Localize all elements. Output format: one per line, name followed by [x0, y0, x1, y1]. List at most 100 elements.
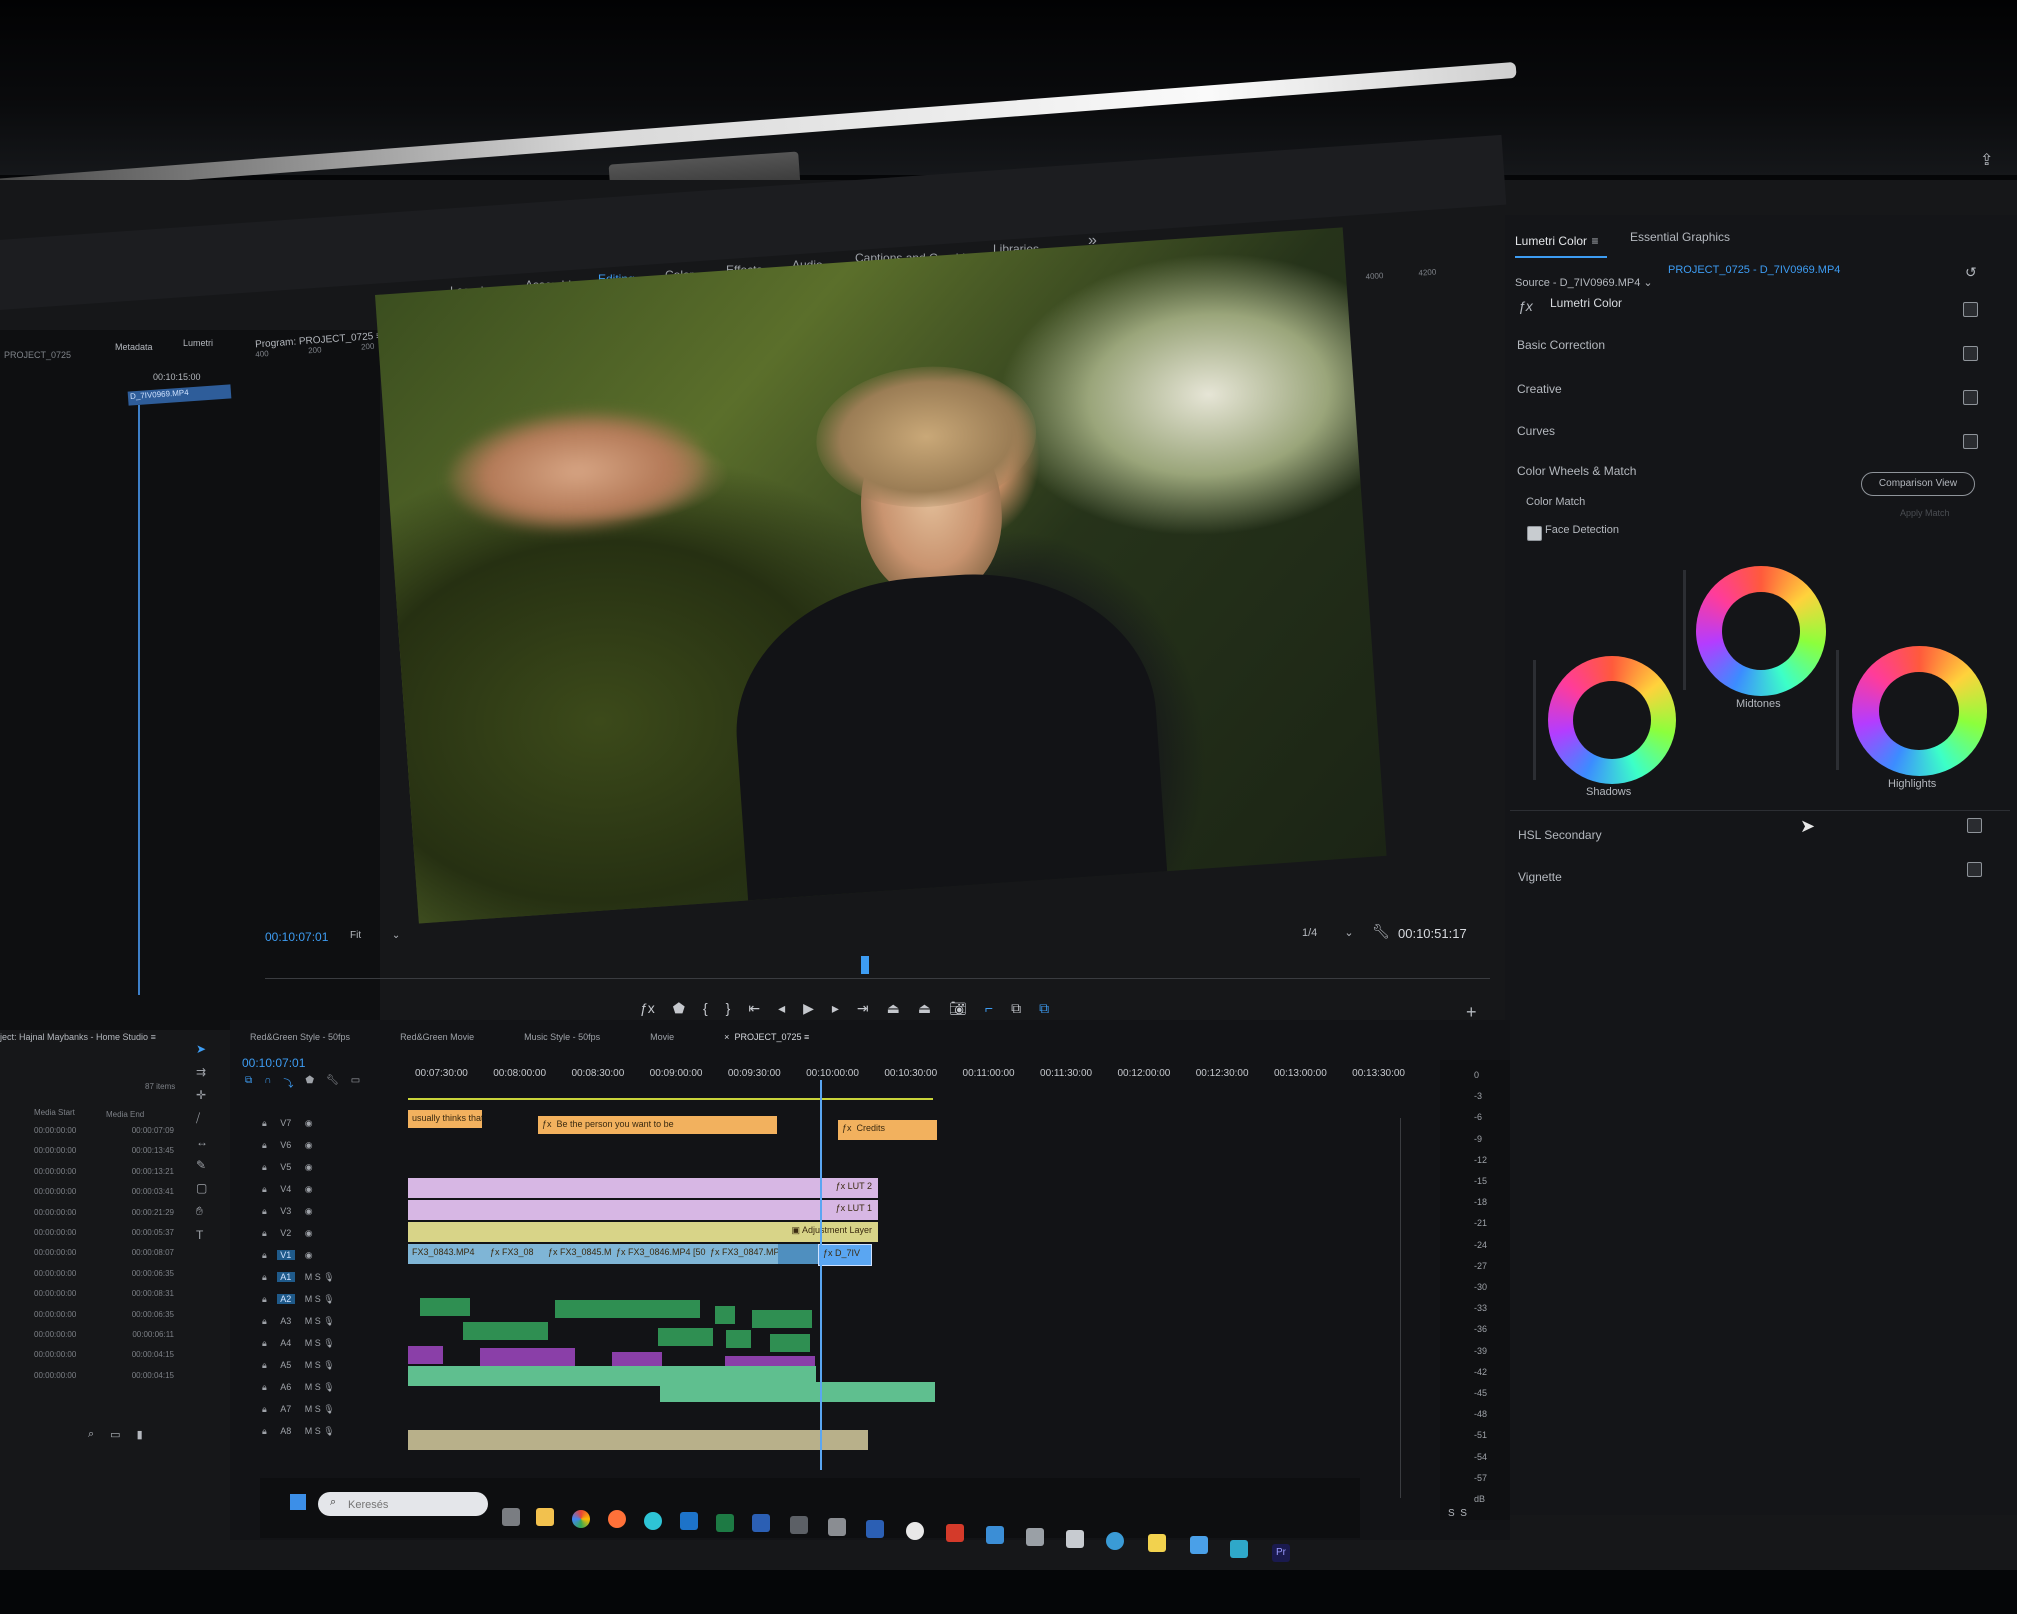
- list-item[interactable]: 00:00:00:00 00:00:03:41: [34, 1187, 174, 1207]
- premiere-pro-icon[interactable]: Pr: [1272, 1544, 1290, 1562]
- list-item[interactable]: 00:00:00:00 00:00:07:09: [34, 1126, 174, 1146]
- eye-icon[interactable]: ◉: [305, 1206, 313, 1217]
- lift-icon[interactable]: ⏏: [887, 1000, 900, 1017]
- track-label[interactable]: A5: [277, 1360, 295, 1370]
- track-header[interactable]: 🔒︎ A3 M S 🎙︎: [262, 1310, 392, 1332]
- file-explorer-icon[interactable]: [536, 1508, 554, 1526]
- adjustment-clip-lut1[interactable]: ƒx LUT 1: [408, 1200, 878, 1220]
- snap-icon[interactable]: ⧉: [245, 1075, 252, 1090]
- excel-icon[interactable]: [716, 1514, 734, 1532]
- list-item[interactable]: 00:00:00:00 00:00:06:35: [34, 1310, 174, 1330]
- track-label[interactable]: V7: [277, 1118, 295, 1128]
- lock-icon[interactable]: 🔒︎: [262, 1228, 267, 1239]
- lock-icon[interactable]: 🔒︎: [262, 1360, 267, 1371]
- folder-icon[interactable]: ▭: [110, 1428, 120, 1441]
- track-label[interactable]: V2: [277, 1228, 295, 1238]
- lock-icon[interactable]: 🔒︎: [262, 1140, 267, 1151]
- list-item[interactable]: 00:00:00:00 00:00:04:15: [34, 1371, 174, 1391]
- tab-lumetri[interactable]: Lumetri: [183, 338, 213, 348]
- video-clip[interactable]: FX3_0843.MP4: [408, 1244, 488, 1264]
- list-item[interactable]: 00:00:00:00 00:00:06:11: [34, 1330, 174, 1350]
- audio-clip[interactable]: [752, 1310, 812, 1328]
- track-header[interactable]: 🔒︎ V3 ◉: [262, 1200, 392, 1222]
- mute-solo-mic-icon[interactable]: M S 🎙︎: [305, 1338, 335, 1349]
- marker-icon[interactable]: ⬟: [673, 1000, 685, 1017]
- program-scrubber[interactable]: [265, 970, 1490, 979]
- title-clip[interactable]: ƒx Credits: [838, 1120, 937, 1140]
- track-header[interactable]: 🔒︎ A5 M S 🎙︎: [262, 1354, 392, 1376]
- store-icon[interactable]: [1026, 1528, 1044, 1546]
- audio-clip[interactable]: [658, 1328, 713, 1346]
- trash-icon[interactable]: ▮: [137, 1428, 143, 1441]
- track-header[interactable]: 🔒︎ V7 ◉: [262, 1112, 392, 1134]
- app-icon[interactable]: [986, 1526, 1004, 1544]
- track-label[interactable]: A3: [277, 1316, 295, 1326]
- lock-icon[interactable]: 🔒︎: [262, 1184, 267, 1195]
- adjustment-clip-lut2[interactable]: ƒx LUT 2: [408, 1178, 878, 1198]
- acrobat-icon[interactable]: [946, 1524, 964, 1542]
- audio-clip[interactable]: [463, 1322, 548, 1340]
- vignette-checkbox[interactable]: [1967, 862, 1982, 877]
- adjustment-layer-clip[interactable]: ▣ Adjustment Layer: [408, 1222, 878, 1242]
- fx-icon[interactable]: ƒx: [640, 1000, 655, 1017]
- multicam-icon[interactable]: ⧉: [1039, 1000, 1049, 1017]
- slip-icon[interactable]: ↔: [196, 1135, 208, 1149]
- section-curves[interactable]: Curves: [1517, 424, 1555, 438]
- marker-icon[interactable]: ⬟: [305, 1075, 314, 1090]
- type-tool-icon[interactable]: T: [196, 1228, 208, 1242]
- fit-dropdown[interactable]: Fit ⌄: [350, 930, 400, 941]
- save-icon[interactable]: [866, 1520, 884, 1538]
- list-item[interactable]: 00:00:00:00 00:00:06:35: [34, 1269, 174, 1289]
- safe-margins-icon[interactable]: ⌐: [985, 1000, 993, 1017]
- captions-icon[interactable]: ▭: [351, 1075, 360, 1090]
- audio-clip[interactable]: [726, 1330, 751, 1348]
- nest-icon[interactable]: ⤵: [283, 1075, 293, 1090]
- eye-icon[interactable]: ◉: [305, 1250, 313, 1261]
- lock-icon[interactable]: 🔒︎: [262, 1272, 267, 1283]
- track-header[interactable]: 🔒︎ A7 M S 🎙︎: [262, 1398, 392, 1420]
- list-item[interactable]: 00:00:00:00 00:00:05:37: [34, 1228, 174, 1248]
- section-hsl-secondary[interactable]: HSL Secondary: [1518, 828, 1602, 842]
- list-item[interactable]: 00:00:00:00 00:00:13:21: [34, 1167, 174, 1187]
- share-icon[interactable]: ⇪: [1980, 150, 1993, 170]
- mute-solo-mic-icon[interactable]: M S 🎙︎: [305, 1316, 335, 1327]
- list-item[interactable]: 00:00:00:00 00:00:08:07: [34, 1248, 174, 1268]
- audio-clip[interactable]: [555, 1300, 700, 1318]
- lock-icon[interactable]: 🔒︎: [262, 1294, 267, 1305]
- audio-clip[interactable]: [770, 1334, 810, 1352]
- mute-solo-mic-icon[interactable]: M S 🎙︎: [305, 1360, 335, 1371]
- globe-icon[interactable]: [1106, 1532, 1124, 1550]
- ripple-edit-icon[interactable]: ✛: [196, 1088, 208, 1102]
- lock-icon[interactable]: 🔒︎: [262, 1250, 267, 1261]
- mark-in-icon[interactable]: {: [703, 1000, 708, 1017]
- selection-tool-icon[interactable]: ➤: [196, 1042, 208, 1056]
- go-to-out-icon[interactable]: ⇥: [857, 1000, 869, 1017]
- taskbar-search-input[interactable]: [346, 1495, 480, 1515]
- track-header[interactable]: 🔒︎ A6 M S 🎙︎: [262, 1376, 392, 1398]
- midtones-slider[interactable]: [1683, 570, 1686, 690]
- extract-icon[interactable]: ⏏: [918, 1000, 931, 1017]
- track-header[interactable]: 🔒︎ V4 ◉: [262, 1178, 392, 1200]
- selected-video-clip[interactable]: ƒx D_7IV: [818, 1244, 872, 1266]
- track-label[interactable]: V1: [276, 1250, 295, 1260]
- column-header-media-start[interactable]: Media Start: [34, 1108, 75, 1117]
- go-to-in-icon[interactable]: ⇤: [748, 1000, 760, 1017]
- track-header[interactable]: 🔒︎ V6 ◉: [262, 1134, 392, 1156]
- razor-icon[interactable]: ⧸: [196, 1111, 208, 1126]
- track-header[interactable]: 🔒︎ V1 ◉: [262, 1244, 392, 1266]
- photos-icon[interactable]: [1230, 1540, 1248, 1558]
- track-header[interactable]: 🔒︎ V2 ◉: [262, 1222, 392, 1244]
- mark-out-icon[interactable]: }: [726, 1000, 731, 1017]
- close-icon[interactable]: ×: [724, 1032, 729, 1042]
- program-playhead[interactable]: [861, 956, 869, 974]
- audio-clip[interactable]: [715, 1306, 735, 1324]
- reset-icon[interactable]: ↺: [1965, 264, 1977, 281]
- eye-icon[interactable]: ◉: [305, 1118, 313, 1129]
- menu-icon[interactable]: ≡: [1591, 234, 1598, 248]
- video-clip[interactable]: ƒx FX3_08: [486, 1244, 546, 1264]
- video-clip[interactable]: [778, 1244, 820, 1264]
- copy-icon[interactable]: [1066, 1530, 1084, 1548]
- section-basic-correction[interactable]: Basic Correction: [1517, 338, 1605, 352]
- notepad-icon[interactable]: [1190, 1536, 1208, 1554]
- work-area-bar[interactable]: [408, 1098, 933, 1100]
